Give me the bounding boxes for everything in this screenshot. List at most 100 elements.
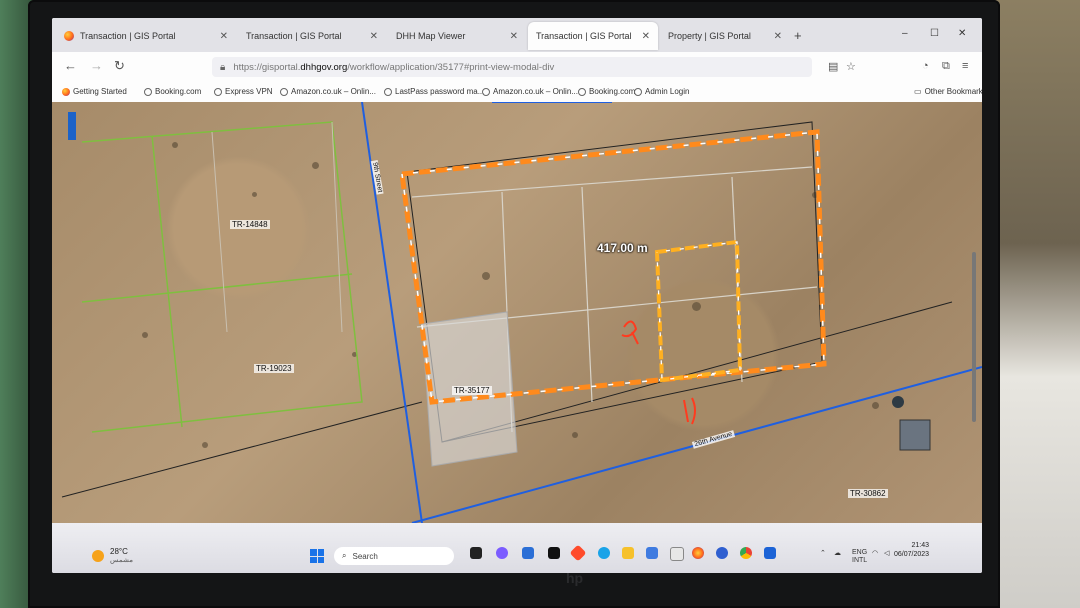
distance-measurement: 417.00 m: [597, 241, 648, 255]
globe-icon: [634, 87, 642, 96]
language-indicator[interactable]: ENG INTL: [852, 549, 867, 565]
chat-icon[interactable]: [496, 547, 508, 559]
weather-temp: 28°C: [110, 547, 128, 556]
bookmark-express-vpn[interactable]: Express VPN: [214, 87, 273, 96]
bookmark-label: Amazon.co.uk – Onlin...: [291, 87, 376, 96]
teams-icon[interactable]: [646, 547, 658, 559]
volume-icon[interactable]: ◁: [884, 549, 889, 557]
bookmark-label: LastPass password ma...: [395, 87, 485, 96]
windows-start-button[interactable]: [310, 549, 324, 563]
tab-title: Property | GIS Portal: [668, 31, 751, 41]
tab-transaction-2[interactable]: Transaction | GIS Portal ✕: [238, 22, 386, 50]
reader-view-icon[interactable]: ▤: [828, 60, 838, 73]
clock-date: 06/07/2023: [894, 551, 930, 558]
firefox-icon: [62, 87, 70, 96]
cadastral-line: [61, 401, 423, 498]
back-button[interactable]: ←: [64, 58, 77, 73]
minimize-button[interactable]: –: [902, 28, 908, 39]
address-bar[interactable]: 🔒︎ https://gisportal. dhhgov.org/workflow…: [212, 57, 812, 77]
parcel-label-tr-14848: TR-14848: [230, 220, 270, 229]
globe-icon: [384, 87, 392, 96]
fence-line: [331, 121, 343, 333]
clock-time: 21:43: [911, 542, 930, 549]
maximize-button[interactable]: ☐: [930, 28, 939, 39]
taskbar: 28°C مشمس ⌕ Search ⌃ ☁ ENG INTL ◠ ◁ 21:43 0…: [52, 523, 982, 573]
close-icon[interactable]: ✕: [220, 31, 228, 42]
bookmark-getting-started[interactable]: Getting Started: [62, 87, 127, 96]
screen: Transaction | GIS Portal ✕ Transaction |…: [52, 18, 982, 573]
map-tool-button[interactable]: [68, 112, 76, 140]
url-prefix: https://gisportal.: [233, 61, 301, 73]
fence-line: [411, 166, 813, 198]
language-code: ENG: [852, 549, 868, 556]
onedrive-icon[interactable]: ☁: [834, 549, 841, 557]
tree: [892, 396, 904, 408]
forward-button[interactable]: →: [90, 58, 103, 73]
fence-line: [211, 131, 228, 333]
globe-icon: [280, 87, 288, 96]
bookmark-amazon-2[interactable]: Amazon.co.uk – Onlin...: [482, 87, 578, 96]
close-window-button[interactable]: ✕: [958, 28, 966, 39]
pocket-icon[interactable]: ◔: [922, 60, 929, 72]
bookmark-booking[interactable]: Booking.com: [144, 87, 201, 96]
wifi-icon[interactable]: ◠: [872, 549, 878, 557]
task-view-icon[interactable]: [470, 547, 482, 559]
tab-property[interactable]: Property | GIS Portal ✕: [660, 22, 790, 50]
parcel-boundary-line: [151, 135, 183, 428]
tab-transaction-active[interactable]: Transaction | GIS Portal ✕: [528, 22, 658, 50]
bookmark-label: Express VPN: [225, 87, 273, 96]
close-icon[interactable]: ✕: [510, 31, 518, 42]
folder-icon: ▭: [914, 87, 922, 96]
bookmark-label: Admin Login: [645, 87, 690, 96]
fence-line: [581, 186, 593, 403]
navigation-bar: ← → ↻ 🔒︎ https://gisportal. dhhgov.org/wo…: [52, 52, 982, 82]
map-scrollbar[interactable]: [972, 252, 976, 422]
extensions-icon[interactable]: ⧉: [942, 60, 950, 73]
close-icon[interactable]: ✕: [642, 31, 650, 42]
document-icon[interactable]: [670, 547, 684, 561]
weather-condition: مشمس: [110, 557, 133, 564]
close-icon[interactable]: ✕: [774, 31, 782, 42]
edge-icon[interactable]: [598, 547, 610, 559]
taskbar-search[interactable]: ⌕ Search: [334, 547, 454, 565]
file-explorer-icon[interactable]: [622, 547, 634, 559]
keyboard-layout: INTL: [852, 557, 868, 564]
bookmarks-bar: Getting Started Booking.com Express VPN …: [52, 82, 982, 103]
other-bookmarks[interactable]: ▭ Other Bookmarks: [914, 87, 982, 96]
bookmark-admin-login[interactable]: Admin Login: [634, 87, 689, 96]
chrome-icon[interactable]: [740, 547, 752, 559]
parcel-label-tr-35177: TR-35177: [452, 386, 492, 395]
bookmark-lastpass[interactable]: LastPass password ma...: [384, 87, 484, 96]
app-icon[interactable]: [569, 544, 587, 562]
amazon-icon[interactable]: [548, 547, 560, 559]
hand-mark: [621, 320, 639, 345]
globe-icon: [482, 87, 490, 96]
map-overlay: [61, 102, 982, 523]
weather-widget[interactable]: 28°C مشمس: [92, 547, 133, 564]
reload-button[interactable]: ↻: [114, 58, 125, 74]
firefox-icon[interactable]: [692, 547, 704, 559]
tab-transaction-1[interactable]: Transaction | GIS Portal ✕: [56, 22, 236, 50]
bookmark-amazon-1[interactable]: Amazon.co.uk – Onlin...: [280, 87, 376, 96]
lock-icon: 🔒︎: [220, 61, 226, 73]
tab-bar: Transaction | GIS Portal ✕ Transaction |…: [52, 18, 982, 52]
taskbar-clock[interactable]: 21:43 06/07/2023: [894, 541, 929, 559]
globe-icon: [214, 87, 222, 96]
close-icon[interactable]: ✕: [370, 31, 378, 42]
bookmark-star-icon[interactable]: ☆: [846, 60, 856, 73]
bookmark-booking-2[interactable]: Booking.com: [578, 87, 635, 96]
tab-dhh-map-viewer[interactable]: DHH Map Viewer ✕: [388, 22, 526, 50]
dropbox-icon[interactable]: [764, 547, 776, 559]
map-view[interactable]: TR-14848 TR-19023 TR-35177 TR-30862 417.…: [52, 102, 982, 523]
tray-chevron-icon[interactable]: ⌃: [820, 549, 826, 557]
tab-title: Transaction | GIS Portal: [536, 31, 632, 41]
store-icon[interactable]: [522, 547, 534, 559]
parcel-label-tr-19023: TR-19023: [254, 364, 294, 373]
firefox-icon: [64, 31, 74, 41]
sun-icon: [92, 549, 104, 562]
new-tab-button[interactable]: +: [794, 28, 802, 43]
app-blue-icon[interactable]: [716, 547, 728, 559]
highlight-inner-white: [656, 241, 741, 381]
menu-icon[interactable]: ≡: [962, 60, 968, 72]
bookmark-label: Getting Started: [73, 87, 127, 96]
